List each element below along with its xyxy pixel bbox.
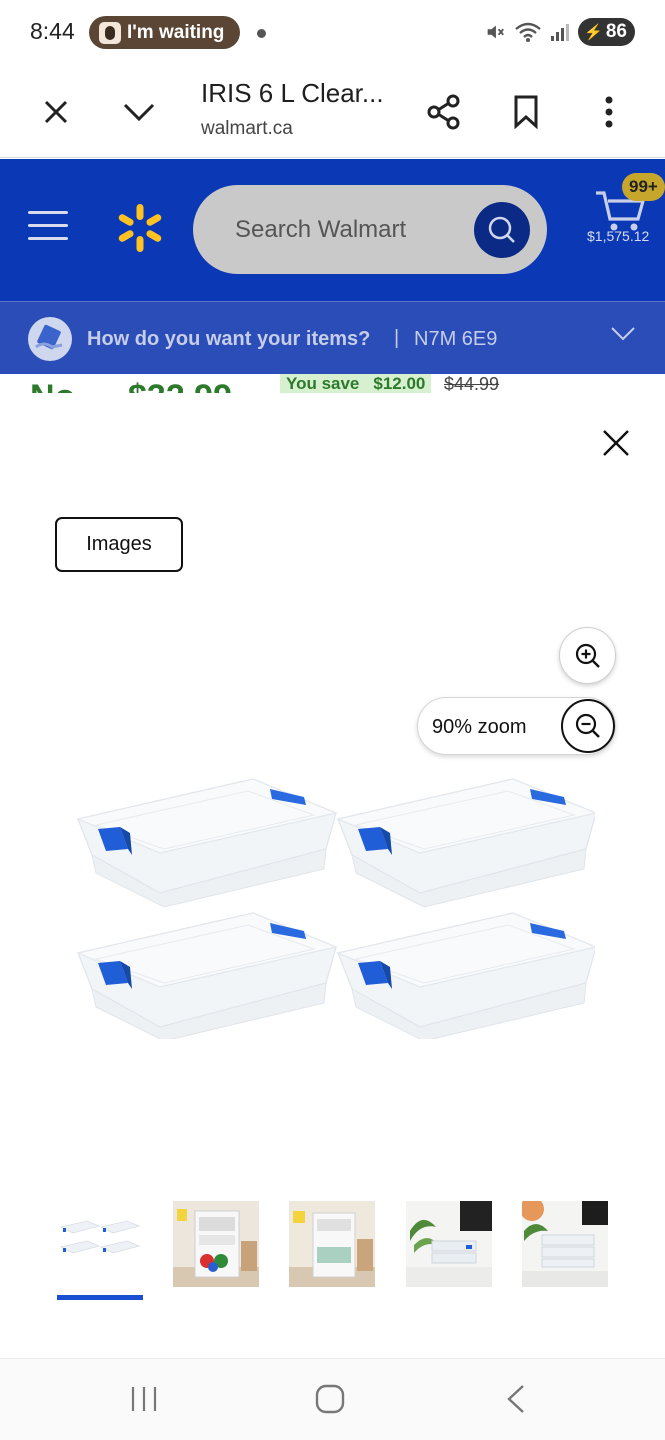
- thumbnail-3[interactable]: [289, 1201, 375, 1287]
- delivery-separator: |: [394, 327, 400, 349]
- avatar-icon: [99, 21, 121, 44]
- thumb-desk-boxes: [522, 1201, 608, 1287]
- minimize-tab-button[interactable]: [115, 88, 163, 136]
- bookmark-icon: [514, 95, 538, 129]
- share-icon: [427, 94, 460, 130]
- delivery-icon: [28, 317, 72, 361]
- original-price: $44.99: [444, 374, 500, 394]
- storage-box: [77, 778, 337, 908]
- product-image[interactable]: [70, 769, 595, 1039]
- recent-apps-icon: [131, 1387, 157, 1411]
- charging-icon: ⚡: [584, 24, 603, 41]
- wifi-icon: [515, 22, 541, 42]
- chevron-down-icon: [123, 103, 155, 122]
- zoom-in-button[interactable]: [559, 627, 616, 684]
- storage-box: [337, 778, 595, 908]
- thumbnail-2[interactable]: [173, 1201, 259, 1287]
- status-icons: ⚡ 86: [484, 18, 635, 46]
- more-vertical-icon: [605, 96, 613, 128]
- zoom-out-icon: [575, 713, 600, 738]
- thumbnail-4[interactable]: [406, 1201, 492, 1287]
- cart-count-badge: 99+: [622, 173, 665, 201]
- thumbnail-strip: [0, 1201, 665, 1311]
- cart-total: $1,575.12: [587, 228, 650, 244]
- walmart-spark-logo[interactable]: [114, 202, 166, 254]
- thumb-desk-plant: [406, 1201, 492, 1287]
- notification-pill-label: I'm waiting: [127, 21, 225, 43]
- notification-pill[interactable]: I'm waiting: [89, 16, 240, 49]
- back-button[interactable]: [496, 1379, 536, 1419]
- thumbnail-5[interactable]: [522, 1201, 608, 1287]
- menu-button[interactable]: [28, 211, 68, 243]
- thumb-four-boxes: [57, 1201, 143, 1287]
- thumbnail-1[interactable]: [57, 1201, 143, 1287]
- chevron-down-icon: [611, 327, 635, 341]
- close-icon: [44, 100, 68, 124]
- close-icon: [603, 430, 629, 456]
- postal-code: N7M 6E9: [414, 328, 498, 350]
- battery-indicator: ⚡ 86: [578, 18, 635, 46]
- bookmark-button[interactable]: [502, 88, 550, 136]
- more-options-button[interactable]: [585, 88, 633, 136]
- thumb-shelf-toys: [173, 1201, 259, 1287]
- back-icon: [507, 1385, 524, 1413]
- search-bar[interactable]: Search Walmart: [193, 185, 547, 274]
- menu-line: [28, 211, 68, 214]
- search-icon: [488, 216, 515, 243]
- notification-dot-icon: [257, 29, 266, 38]
- delivery-selector[interactable]: How do you want your items? | N7M 6E9: [0, 302, 665, 374]
- selected-thumbnail-indicator: [57, 1295, 143, 1300]
- signal-icon: [551, 24, 570, 41]
- browser-toolbar: IRIS 6 L Clear... walmart.ca: [0, 66, 665, 158]
- page-url: walmart.ca: [201, 118, 293, 139]
- status-bar: 8:44 I'm waiting ⚡ 86: [0, 0, 665, 66]
- walmart-header: Search Walmart 99+ $1,575.12: [0, 159, 665, 302]
- zoom-level-label: 90% zoom: [432, 716, 527, 738]
- close-modal-button[interactable]: [596, 423, 636, 463]
- search-input[interactable]: Search Walmart: [235, 216, 406, 244]
- storage-box: [337, 912, 595, 1039]
- delivery-illustration: [35, 324, 63, 350]
- share-button[interactable]: [420, 88, 468, 136]
- mute-icon: [487, 25, 505, 39]
- system-nav-bar: [0, 1358, 665, 1440]
- tab-images[interactable]: Images: [55, 517, 183, 572]
- zoom-in-icon: [575, 643, 600, 668]
- search-button[interactable]: [474, 202, 530, 258]
- page-title: IRIS 6 L Clear...: [201, 78, 384, 108]
- home-icon: [315, 1384, 345, 1414]
- zoom-control: 90% zoom: [417, 697, 616, 755]
- close-tab-button[interactable]: [32, 88, 80, 136]
- status-time: 8:44: [30, 18, 75, 44]
- storage-box: [77, 912, 337, 1039]
- delivery-prompt: How do you want your items?: [87, 328, 371, 350]
- zoom-out-button[interactable]: [561, 699, 615, 753]
- recent-apps-button[interactable]: [124, 1379, 164, 1419]
- menu-line: [28, 237, 68, 240]
- home-button[interactable]: [310, 1379, 350, 1419]
- thumb-shelf-toys-2: [289, 1201, 375, 1287]
- battery-level: 86: [605, 21, 627, 42]
- image-viewer-modal: Images 90% zoom: [0, 393, 665, 1358]
- menu-line: [28, 224, 68, 227]
